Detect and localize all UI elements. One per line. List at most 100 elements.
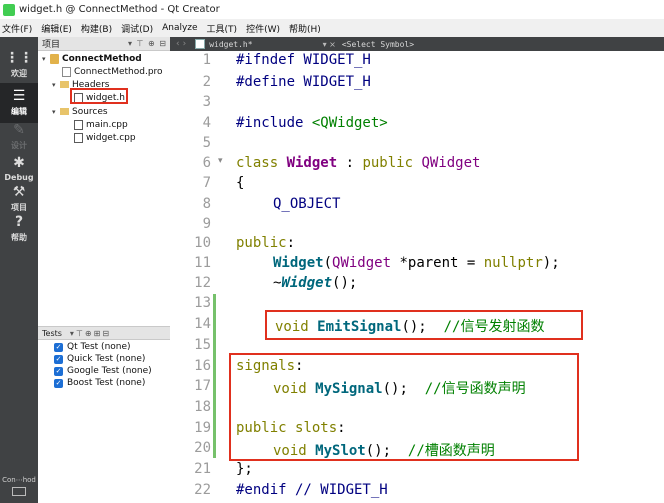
menu-edit[interactable]: 编辑(E) [41,22,72,35]
menu-widgets[interactable]: 控件(W) [246,22,280,35]
line-number: 11 [194,255,211,271]
code-line-7[interactable]: { [236,175,244,191]
line-number: 22 [194,482,211,498]
change-marker [213,338,216,458]
line-number: 19 [194,420,211,436]
tree-main-cpp[interactable]: main.cpp [74,118,128,131]
line-number: 14 [194,316,211,332]
menu-file[interactable]: 文件(F) [2,22,32,35]
test-item[interactable]: ✓ Qt Test (none) [54,341,131,353]
nav-back-forward-icons[interactable]: ‹› [176,39,189,49]
line-number: 17 [194,378,211,394]
kit-label: Con⋯hod [2,476,36,484]
line-number: 8 [202,196,211,212]
test-item-label: Google Test (none) [67,366,152,376]
code-token: (); [332,275,358,291]
checkbox-checked-icon[interactable]: ✓ [54,342,63,352]
code-line-10[interactable]: public: [236,235,295,251]
project-tree: ▾ ConnectMethod ConnectMethod.pro ▾ Head… [38,51,170,326]
qt-creator-icon [3,3,15,16]
tests-panel-title[interactable]: Tests [42,329,62,338]
line-number: 13 [194,295,211,311]
annotation-box-emitsignal [265,310,583,340]
code-token: : [337,155,363,171]
code-line-2[interactable]: #define WIDGET_H [236,74,371,90]
checkbox-checked-icon[interactable]: ✓ [54,354,63,364]
menu-debug[interactable]: 调试(D) [121,22,153,35]
header-file-icon [195,39,206,49]
line-number: 2 [202,74,211,90]
checkbox-checked-icon[interactable]: ✓ [54,366,63,376]
editor-toolbar: ‹› widget.h* ▾ × <Select Symbol> [170,37,664,51]
menu-analyze[interactable]: Analyze [162,23,197,33]
wrench-icon: ⚒ [12,184,26,200]
code-token: // WIDGET_H [286,482,388,498]
tree-pro-file[interactable]: ConnectMethod.pro [62,65,163,78]
line-number: 16 [194,358,211,374]
menu-bar: 文件(F) 编辑(E) 构建(B) 调试(D) Analyze 工具(T) 控件… [0,19,664,37]
pro-file-icon [62,66,71,77]
fold-arrow-icon[interactable]: ▾ [218,156,223,166]
sources-folder-name: Sources [72,106,108,117]
code-line-11[interactable]: Widget(QWidget *parent = nullptr); [273,255,560,271]
test-item[interactable]: ✓ Quick Test (none) [54,353,145,365]
code-line-12[interactable]: ~Widget(); [273,275,357,291]
menu-help[interactable]: 帮助(H) [289,22,321,35]
chevron-down-icon[interactable]: ▾ [42,55,50,63]
code-line-22[interactable]: #endif // WIDGET_H [236,482,388,498]
mode-help[interactable]: ? 帮助 [0,209,38,249]
chevron-down-icon[interactable]: ▾ [52,108,60,116]
tree-project[interactable]: ▾ ConnectMethod [42,52,142,65]
title-bar: widget.h @ ConnectMethod - Qt Creator [0,0,664,19]
test-item-label: Qt Test (none) [67,342,131,352]
code-token: class [236,155,287,171]
grid-icon: ⋮⋮ [5,50,33,66]
code-token: ( [323,255,333,271]
checkbox-checked-icon[interactable]: ✓ [54,378,63,388]
code-token: QWidget [332,255,392,271]
line-number: 12 [194,275,211,291]
code-token: #include [236,115,312,131]
menu-tools[interactable]: 工具(T) [207,22,238,35]
folder-icon [60,81,69,88]
menu-build[interactable]: 构建(B) [81,22,112,35]
projects-panel-header: 项目 ▾ ⊤ ⊕ ⊟ [38,37,170,51]
mode-help-label: 帮助 [11,233,27,242]
close-document-icon[interactable]: ▾ × [323,40,336,49]
projects-panel-title[interactable]: 项目 [42,37,60,50]
code-line-9[interactable]: Q_OBJECT [273,196,340,212]
mode-welcome-label: 欢迎 [11,69,27,78]
tests-list: ✓ Qt Test (none) ✓ Quick Test (none) ✓ G… [38,340,170,503]
mode-selector: ⋮⋮ 欢迎 ☰ 编辑 ✎ 设计 ✱ Debug ⚒ 项目 ? 帮助 Con⋯ho… [0,37,38,503]
code-token: *parent = [391,255,484,271]
main-cpp-name: main.cpp [86,119,128,130]
line-number: 15 [194,337,211,353]
code-token: <QWidget> [311,115,388,131]
line-number: 10 [194,235,211,251]
symbol-selector[interactable]: <Select Symbol> [342,40,414,49]
code-token: public [236,235,287,251]
tree-widget-cpp[interactable]: widget.cpp [74,131,136,144]
code-token: Widget [286,155,338,171]
tests-panel-tools-icons[interactable]: ▾⊤⊕⊞⊟ [70,329,111,338]
code-line-4[interactable]: #include <QWidget> [236,115,388,131]
code-line-6[interactable]: class Widget : public QWidget [236,155,480,171]
cpp-file-icon [74,119,83,130]
mode-welcome[interactable]: ⋮⋮ 欢迎 [0,45,38,85]
line-number: 5 [202,135,211,151]
document-selector[interactable]: widget.h* [209,40,252,49]
chevron-down-icon[interactable]: ▾ [52,81,60,89]
code-line-1[interactable]: #ifndef WIDGET_H [236,52,371,68]
test-item[interactable]: ✓ Boost Test (none) [54,377,145,389]
test-item[interactable]: ✓ Google Test (none) [54,365,152,377]
test-item-label: Boost Test (none) [67,378,146,388]
kit-selector[interactable]: Con⋯hod [0,476,38,503]
code-line-21[interactable]: }; [236,461,253,477]
line-number: 18 [194,399,211,415]
code-token: #endif [236,482,287,498]
change-marker [213,294,216,338]
tree-sources-folder[interactable]: ▾ Sources [52,105,108,118]
widget-cpp-name: widget.cpp [86,132,136,143]
panel-tools-icons[interactable]: ▾ ⊤ ⊕ ⊟ [128,39,167,48]
code-token: nullptr [483,255,543,271]
